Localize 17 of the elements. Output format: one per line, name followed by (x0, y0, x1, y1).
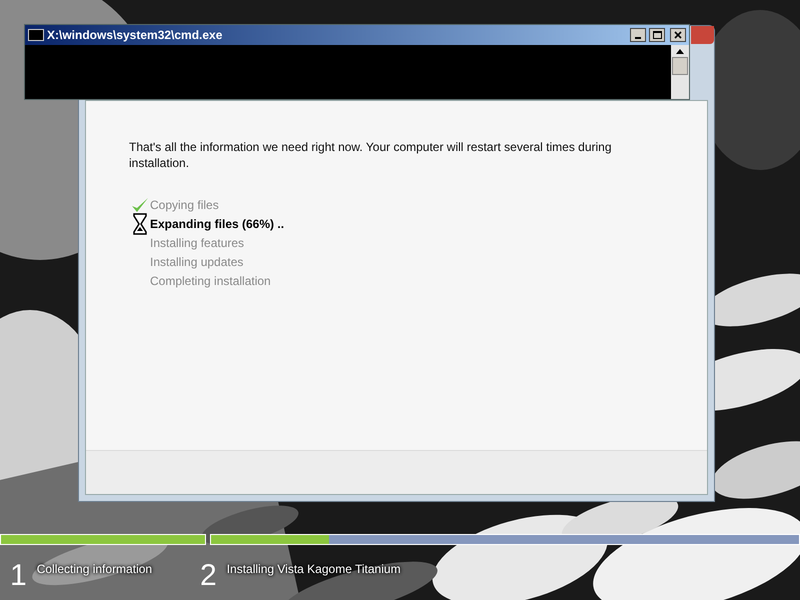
console-icon (28, 29, 44, 41)
step-label: Installing updates (150, 254, 244, 270)
step-label: Expanding files (66%) .. (150, 216, 284, 232)
scroll-thumb[interactable] (672, 57, 688, 75)
minimize-button[interactable] (630, 28, 646, 42)
stage-number: 1 (10, 558, 27, 594)
close-button[interactable] (670, 28, 686, 42)
scrollbar[interactable] (671, 45, 689, 99)
stage-number: 2 (200, 558, 217, 594)
step-label: Installing features (150, 234, 244, 252)
close-icon (674, 31, 682, 39)
step-label: Copying files (150, 196, 219, 214)
window-title: X:\windows\system32\cmd.exe (47, 27, 224, 44)
step-label: Completing installation (150, 272, 271, 290)
info-message: That's all the information we need right now. Your computer will restart several times during installation. (129, 139, 613, 171)
maximize-button[interactable] (649, 28, 665, 42)
stage-label: Collecting information (36, 561, 152, 578)
